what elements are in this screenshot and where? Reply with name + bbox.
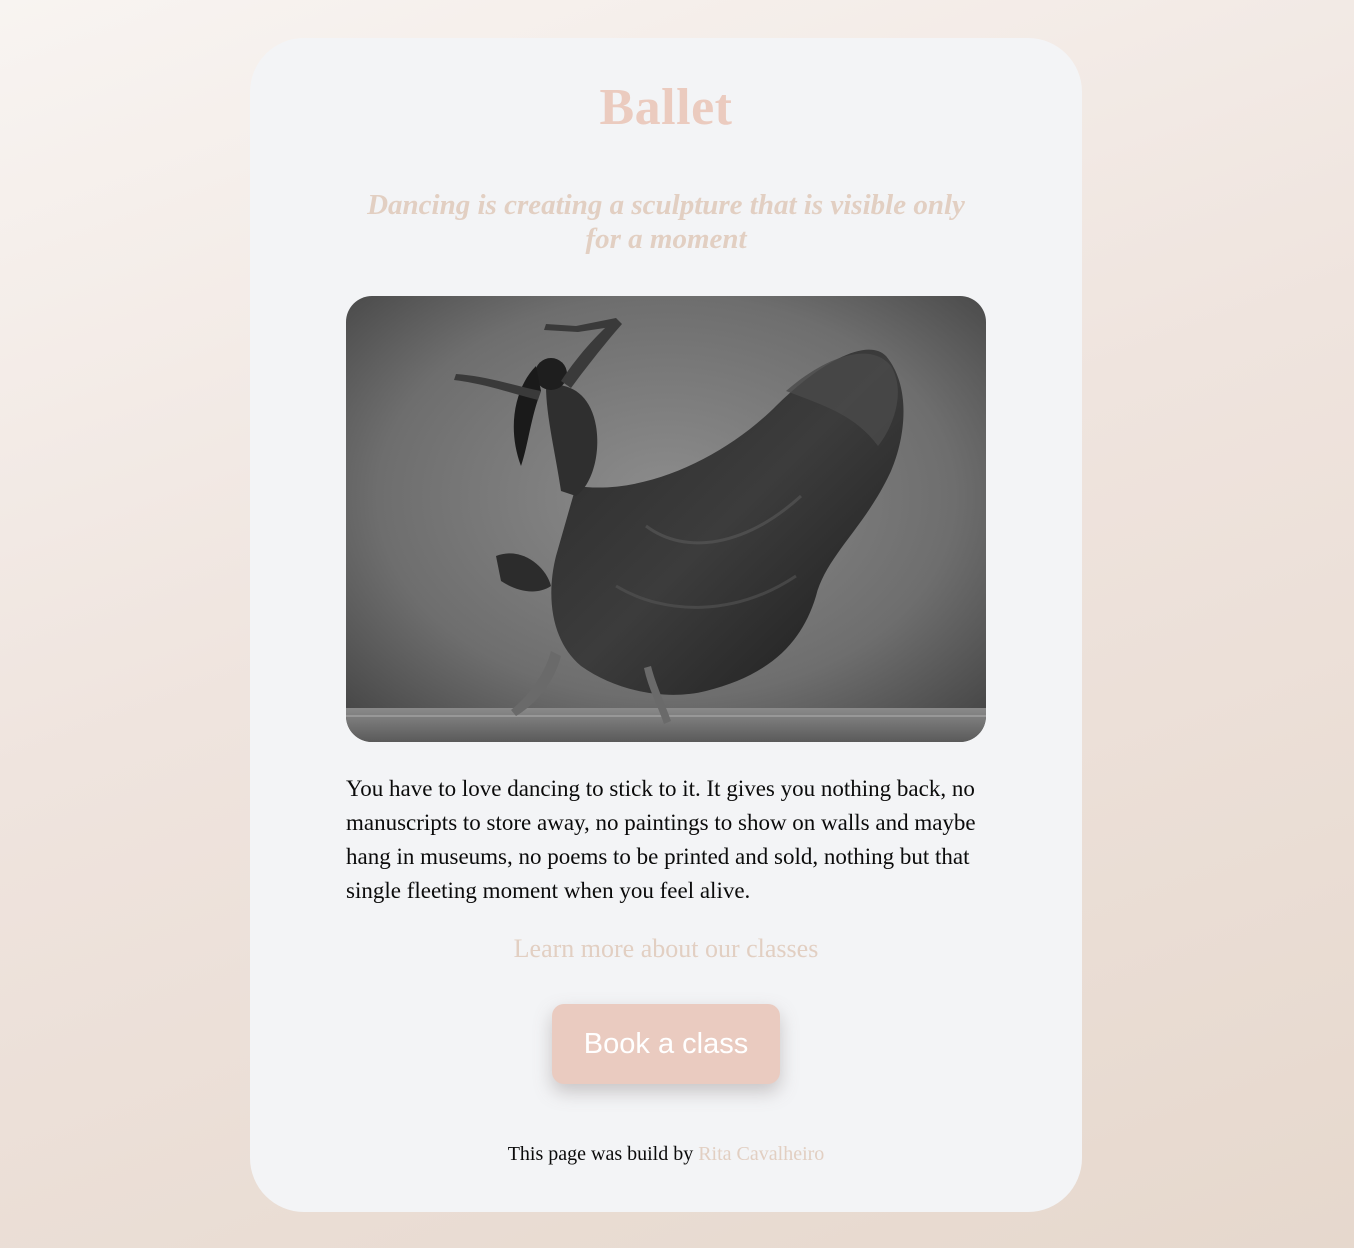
body-paragraph: You have to love dancing to stick to it.…: [346, 776, 976, 903]
footer-prefix: This page was build by: [507, 1143, 694, 1165]
book-class-button[interactable]: Book a class: [552, 1004, 780, 1084]
hero-image: [346, 296, 986, 742]
ballet-dancer-photo-icon: [346, 296, 986, 742]
learn-more-link[interactable]: Learn more about our classes: [514, 934, 819, 964]
page-title: Ballet: [599, 79, 733, 136]
page-quote: Dancing is creating a sculpture that is …: [367, 189, 965, 255]
author-link[interactable]: Rita Cavalheiro: [698, 1143, 824, 1165]
main-card: Ballet Dancing is creating a sculpture t…: [250, 38, 1082, 1212]
page-footer: This page was build by Rita Cavalheiro: [346, 1142, 986, 1166]
